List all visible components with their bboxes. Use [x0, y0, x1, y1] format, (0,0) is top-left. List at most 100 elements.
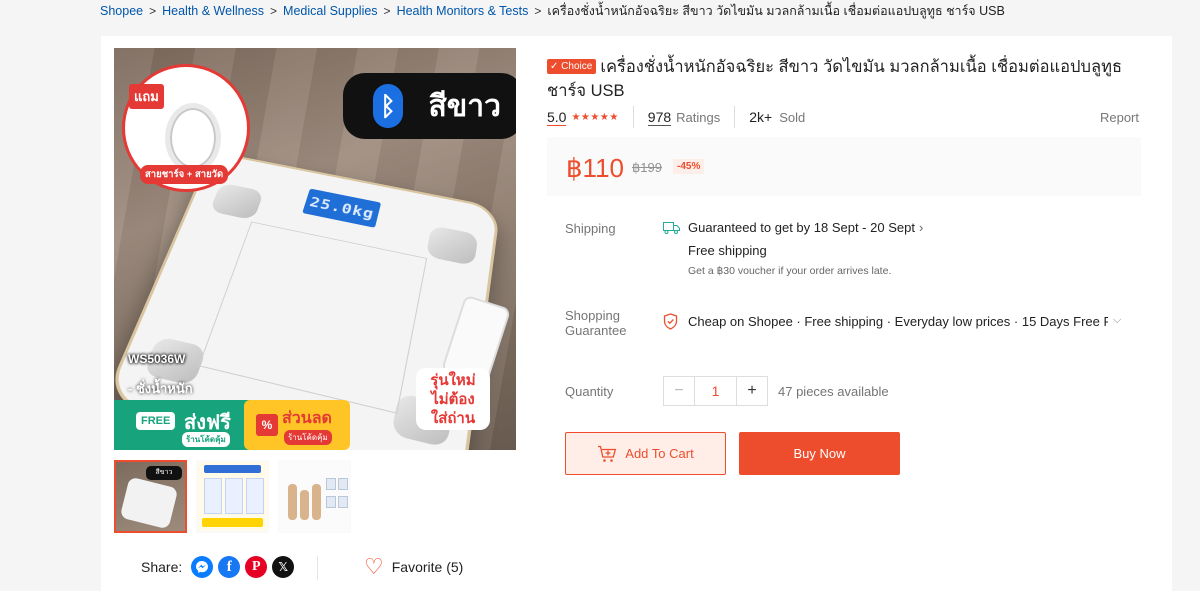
free-shipping-sub: ร้านโค้ดคุ้ม — [182, 432, 230, 447]
quantity-label: Quantity — [565, 384, 614, 399]
cable-icon — [165, 103, 221, 173]
thumbnail-1[interactable]: สีขาว — [114, 460, 187, 533]
shipping-label: Shipping — [565, 221, 616, 236]
thumbnail-2[interactable] — [196, 460, 269, 533]
thumbnail-image — [280, 462, 349, 531]
favorite-button[interactable]: ♡ Favorite (5) — [364, 556, 463, 578]
quantity-increment-button[interactable]: + — [737, 377, 767, 405]
chevron-right-icon: › — [918, 220, 924, 235]
guarantee-label-line: Guarantee — [565, 323, 627, 338]
add-to-cart-label: Add To Cart — [625, 446, 694, 461]
stock-available: 47 pieces available — [778, 384, 889, 399]
scale-pad — [425, 225, 479, 267]
thumbnail-person — [300, 490, 309, 520]
breadcrumb-separator: > — [534, 4, 542, 18]
guarantee-text[interactable]: Cheap on Shopee · Free shipping · Everyd… — [688, 314, 1108, 329]
cart-plus-icon — [598, 445, 617, 462]
guarantee-text-value: Cheap on Shopee · Free shipping · Everyd… — [688, 314, 1108, 329]
breadcrumb-link-health-wellness[interactable]: Health & Wellness — [162, 4, 264, 18]
scale-diagrams — [198, 221, 428, 414]
breadcrumb-link-health-monitors[interactable]: Health Monitors & Tests — [397, 4, 529, 18]
divider — [632, 106, 634, 128]
ratings-count[interactable]: 978 — [647, 109, 672, 126]
share-label: Share: — [141, 559, 183, 575]
thumbnail-card — [338, 496, 348, 508]
buy-now-button[interactable]: Buy Now — [739, 432, 900, 475]
rating-value[interactable]: 5.0 — [547, 109, 567, 126]
discount-banner: % ส่วนลด ร้านโค้ดคุ้ม — [244, 400, 350, 450]
chevron-down-icon[interactable]: ⌵ — [1113, 314, 1121, 327]
discount-sub: ร้านโค้ดคุ้ม — [284, 430, 332, 445]
choice-badge: ✓ Choice — [547, 59, 597, 74]
thumbnail-footer — [202, 518, 263, 527]
ratings-label: Ratings — [676, 109, 721, 125]
truck-icon — [663, 222, 680, 234]
discount-text: ส่วนลด — [282, 410, 332, 427]
add-to-cart-button[interactable]: Add To Cart — [565, 432, 726, 475]
thumbnail-card — [326, 496, 336, 508]
thumbnail-bt-badge: สีขาว — [146, 466, 182, 480]
breadcrumb-separator: > — [270, 4, 278, 18]
model-label: WS5036W — [128, 352, 186, 366]
late-voucher-note: Get a ฿30 voucher if your order arrives … — [688, 265, 892, 277]
guarantee-label-line: Shopping — [565, 308, 620, 323]
new-badge-line: ใส่ถ่าน — [430, 410, 476, 427]
new-model-badge: รุ่นใหม่ ไม่ต้อง ใส่ถ่าน — [416, 368, 490, 430]
share-row: Share: f P 𝕏 — [141, 556, 295, 578]
rating-row: 5.0 ★★★★★ 978 Ratings 2k+ Sold Report — [547, 106, 1139, 128]
gift-tag: แถม — [129, 84, 164, 109]
choice-label: Choice — [561, 61, 593, 72]
breadcrumb: Shopee > Health & Wellness > Medical Sup… — [100, 3, 1005, 19]
product-title: ✓ Choice เครื่องชั่งน้ำหนักอัจฉริยะ สีขาว… — [547, 55, 1137, 103]
shipping-guarantee-link[interactable]: Guaranteed to get by 18 Sept - 20 Sept › — [688, 220, 923, 235]
thumbnail-scale — [119, 476, 179, 530]
thumbnail-person — [312, 484, 321, 520]
new-badge-line: ไม่ต้อง — [431, 391, 475, 408]
report-link[interactable]: Report — [1100, 110, 1139, 125]
thumbnail-card — [326, 478, 336, 490]
thumbnail-3[interactable] — [278, 460, 351, 533]
shield-check-icon — [663, 313, 678, 330]
buy-now-label: Buy Now — [793, 446, 846, 461]
thumbnail-card — [338, 478, 348, 490]
percent-icon: % — [256, 414, 278, 436]
quantity-decrement-button[interactable]: − — [664, 377, 694, 405]
feature-label: - ชั่งน้ำหนัก — [128, 381, 193, 396]
product-main-image[interactable]: 25.0kg แถม สายชาร์จ + สายวัด ᛒ สีขาว WS5… — [114, 48, 516, 450]
breadcrumb-current: เครื่องชั่งน้ำหนักอัจฉริยะ สีขาว วัดไขมั… — [547, 4, 1005, 18]
discount-badge: -45% — [673, 159, 705, 174]
share-divider — [317, 556, 318, 580]
breadcrumb-separator: > — [383, 4, 391, 18]
pinterest-icon[interactable]: P — [245, 556, 268, 578]
quantity-input[interactable]: 1 — [694, 377, 737, 405]
breadcrumb-link-medical-supplies[interactable]: Medical Supplies — [283, 4, 378, 18]
facebook-icon[interactable]: f — [218, 556, 241, 578]
thumbnail-person — [288, 484, 297, 520]
thumbnail-image: สีขาว — [116, 462, 185, 531]
bluetooth-icon: ᛒ — [373, 84, 403, 128]
breadcrumb-link-shopee[interactable]: Shopee — [100, 4, 143, 18]
guarantee-label: Shopping Guarantee — [565, 308, 626, 338]
new-badge-line: รุ่นใหม่ — [430, 372, 476, 389]
thumbnail-column — [204, 478, 222, 514]
color-label: สีขาว — [428, 89, 501, 123]
thumbnail-header — [204, 465, 261, 473]
gift-caption: สายชาร์จ + สายวัด — [140, 165, 229, 184]
product-title-text: เครื่องชั่งน้ำหนักอัจฉริยะ สีขาว วัดไขมั… — [547, 58, 1123, 100]
bluetooth-color-badge: ᛒ สีขาว — [343, 73, 516, 139]
divider — [734, 106, 736, 128]
breadcrumb-separator: > — [149, 4, 157, 18]
star-rating-icon: ★★★★★ — [571, 111, 619, 123]
current-price: ฿110 — [566, 153, 624, 183]
free-tag: FREE — [136, 412, 176, 430]
messenger-icon[interactable] — [191, 556, 214, 578]
sold-label: Sold — [779, 109, 806, 125]
scale-pad — [209, 182, 265, 221]
shipping-guarantee-text: Guaranteed to get by 18 Sept - 20 Sept — [688, 220, 915, 235]
thumbnail-image — [198, 462, 267, 531]
sold-count: 2k+ — [749, 109, 773, 125]
free-shipping-label: Free shipping — [688, 243, 767, 258]
price-box: ฿110 ฿199 -45% — [547, 137, 1141, 196]
quantity-stepper: − 1 + — [663, 376, 768, 406]
x-twitter-icon[interactable]: 𝕏 — [272, 556, 295, 578]
